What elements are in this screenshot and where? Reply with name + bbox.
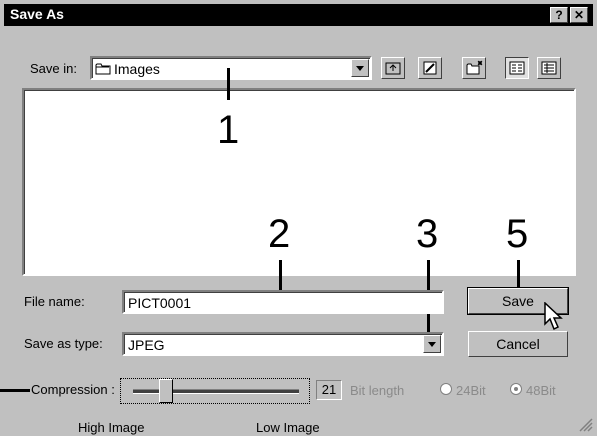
list-view-button[interactable] bbox=[505, 57, 529, 79]
save-in-dropdown[interactable]: Images bbox=[90, 56, 372, 80]
help-button[interactable]: ? bbox=[550, 7, 568, 23]
mouse-cursor-icon bbox=[544, 302, 563, 331]
compression-slider-track bbox=[133, 389, 299, 394]
save-in-value: Images bbox=[114, 61, 160, 77]
details-view-icon bbox=[541, 61, 557, 75]
compression-label: Compression : bbox=[31, 382, 115, 397]
list-view-icon bbox=[509, 61, 525, 75]
save-as-type-arrow-icon[interactable] bbox=[423, 335, 441, 353]
radio-48bit-label: 48Bit bbox=[526, 383, 556, 398]
file-name-input[interactable]: PICT0001 bbox=[122, 290, 444, 314]
save-as-type-label: Save as type: bbox=[24, 336, 103, 351]
save-as-dialog: Save As ? ✕ Save in: Images 1 2 3 5 File… bbox=[0, 0, 597, 436]
compression-low-image-label: Low Image bbox=[256, 420, 320, 435]
radio-24bit-label: 24Bit bbox=[456, 383, 486, 398]
save-in-label: Save in: bbox=[30, 61, 77, 76]
callout-3: 3 bbox=[416, 212, 439, 256]
compression-high-image-label: High Image bbox=[78, 420, 145, 435]
bit-length-label: Bit length bbox=[350, 383, 405, 398]
dialog-title: Save As bbox=[10, 6, 64, 22]
title-bar: Save As ? ✕ bbox=[4, 4, 593, 26]
radio-24bit[interactable] bbox=[440, 383, 452, 395]
file-name-value: PICT0001 bbox=[128, 295, 192, 311]
up-folder-button[interactable] bbox=[381, 57, 405, 79]
compression-slider-thumb[interactable] bbox=[159, 379, 174, 403]
callout-1: 1 bbox=[217, 108, 240, 152]
file-name-label: File name: bbox=[24, 294, 85, 309]
callout-5-line bbox=[517, 260, 520, 290]
callout-5: 5 bbox=[506, 212, 529, 256]
resize-grip-icon[interactable] bbox=[579, 418, 593, 432]
radio-48bit[interactable] bbox=[510, 383, 522, 395]
save-as-type-value: JPEG bbox=[128, 337, 165, 353]
folder-icon bbox=[95, 63, 111, 75]
save-in-dropdown-arrow-icon[interactable] bbox=[351, 59, 369, 77]
close-button[interactable]: ✕ bbox=[570, 7, 588, 23]
compression-slider[interactable] bbox=[120, 378, 310, 404]
desktop-button[interactable] bbox=[418, 57, 442, 79]
details-view-button[interactable] bbox=[537, 57, 561, 79]
callout-4-line bbox=[0, 389, 30, 392]
save-as-type-dropdown[interactable]: JPEG bbox=[122, 332, 444, 356]
callout-1-line bbox=[227, 68, 230, 100]
new-folder-button[interactable] bbox=[462, 57, 486, 79]
compression-value: 21 bbox=[316, 380, 342, 400]
up-folder-icon bbox=[385, 62, 401, 75]
cancel-button[interactable]: Cancel bbox=[468, 331, 568, 357]
desktop-icon bbox=[423, 61, 437, 75]
new-folder-icon bbox=[466, 60, 483, 75]
file-list[interactable] bbox=[22, 88, 576, 276]
callout-2: 2 bbox=[268, 212, 291, 256]
